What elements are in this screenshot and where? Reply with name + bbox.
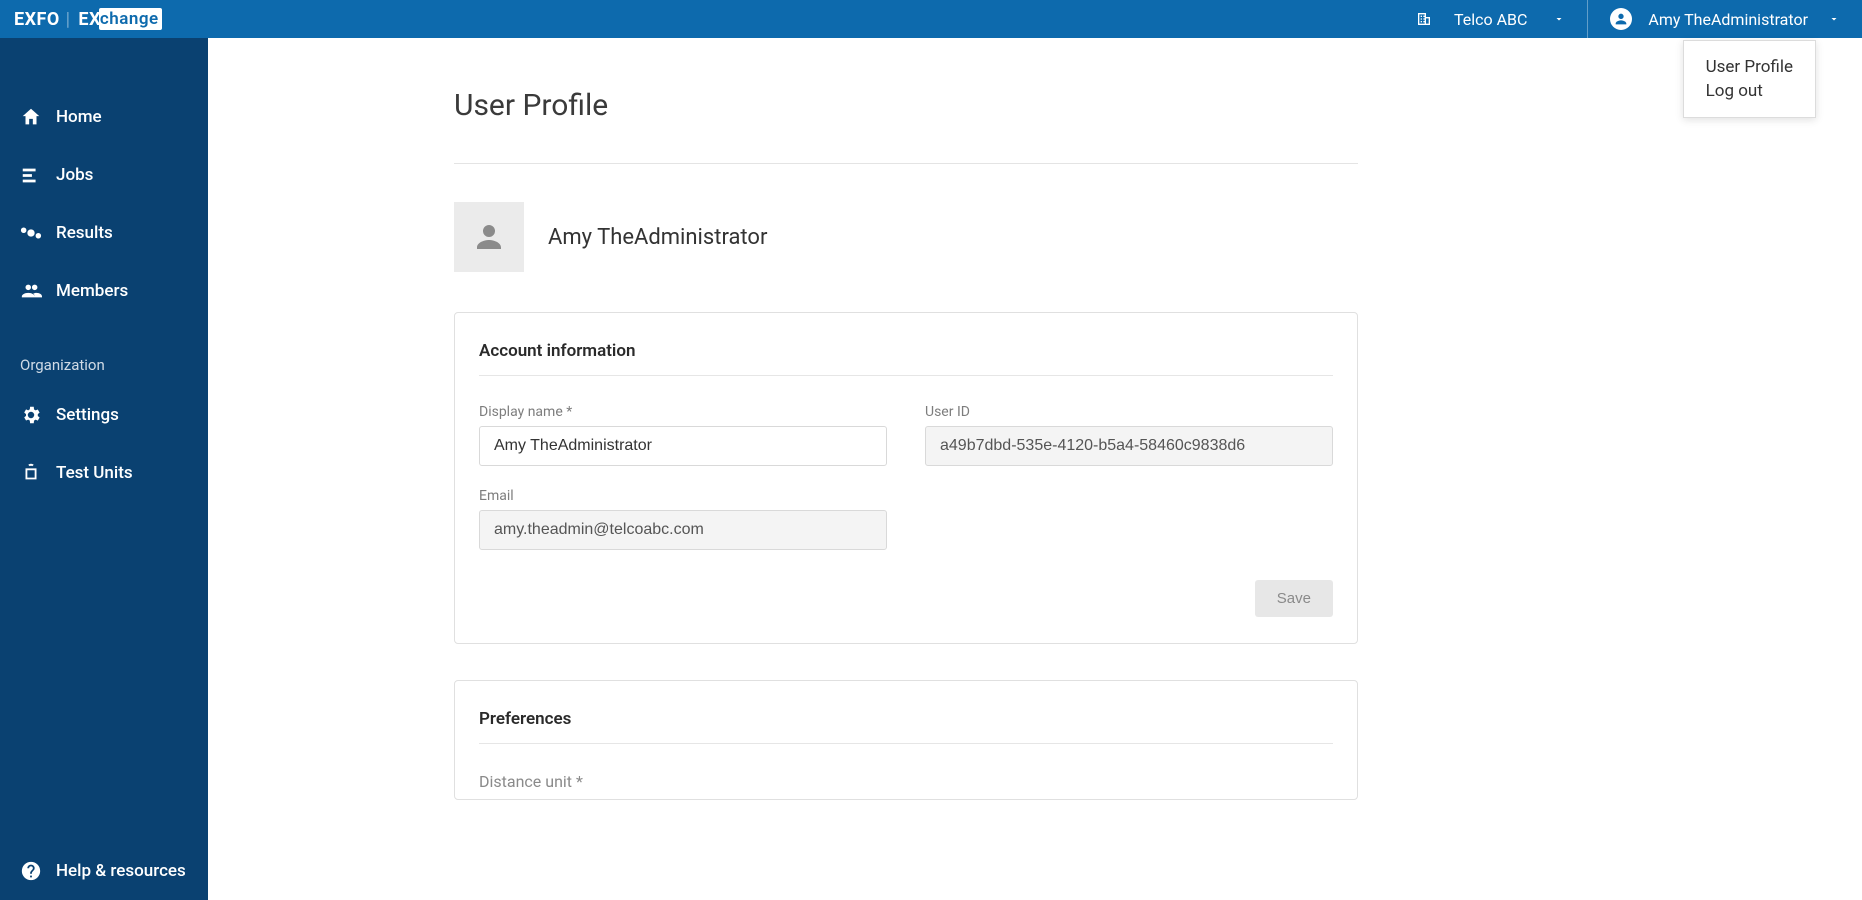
person-icon [471,219,507,255]
sidebar-section-organization: Organization [0,320,208,386]
results-icon [20,222,42,244]
sidebar-item-help[interactable]: Help & resources [0,842,208,900]
user-menu[interactable]: Amy TheAdministrator [1588,0,1848,38]
divider [479,375,1333,376]
sidebar-item-home[interactable]: Home [0,88,208,146]
sidebar-item-label: Settings [56,405,119,425]
save-button[interactable]: Save [1255,580,1333,617]
divider [454,163,1358,164]
sidebar-item-results[interactable]: Results [0,204,208,262]
jobs-icon [20,164,42,186]
profile-avatar [454,202,524,272]
distance-unit-label: Distance unit * [479,772,1333,791]
sidebar-item-label: Results [56,223,113,243]
sidebar: Home Jobs Results Members Organization S… [0,38,208,900]
logo-text-exfo: EXFO [14,9,60,30]
app-logo: EXFO | EX change [14,8,162,30]
sidebar-item-label: Test Units [56,463,133,483]
user-name: Amy TheAdministrator [1648,10,1808,29]
org-selector[interactable]: Telco ABC [1394,0,1588,38]
org-name: Telco ABC [1454,10,1527,29]
user-dropdown: User Profile Log out [1683,40,1816,118]
chevron-down-icon [1553,10,1565,29]
help-icon [20,860,42,882]
sidebar-item-label: Members [56,281,128,301]
test-units-icon [20,462,42,484]
members-icon [20,280,42,302]
sidebar-item-test-units[interactable]: Test Units [0,444,208,502]
logo-separator: | [66,9,70,30]
profile-display-name: Amy TheAdministrator [548,225,767,250]
main-content: User Profile Amy TheAdministrator Accoun… [208,38,1862,900]
email-input [479,510,887,550]
sidebar-item-members[interactable]: Members [0,262,208,320]
avatar-icon [1610,8,1632,30]
logo-text-ex: EX [78,9,101,30]
header-right: Telco ABC Amy TheAdministrator [1394,0,1848,38]
home-icon [20,106,42,128]
sidebar-item-label: Home [56,107,102,127]
card-title: Preferences [479,709,1333,729]
page-title: User Profile [454,88,1862,123]
user-id-input [925,426,1333,466]
gear-icon [20,404,42,426]
dropdown-log-out[interactable]: Log out [1706,79,1793,103]
sidebar-item-jobs[interactable]: Jobs [0,146,208,204]
divider [479,743,1333,744]
building-icon [1416,11,1432,27]
preferences-card: Preferences Distance unit * [454,680,1358,800]
dropdown-user-profile[interactable]: User Profile [1706,55,1793,79]
display-name-input[interactable] [479,426,887,466]
email-label: Email [479,488,887,504]
sidebar-item-settings[interactable]: Settings [0,386,208,444]
account-information-card: Account information Display name * User … [454,312,1358,644]
sidebar-item-label: Help & resources [56,861,186,881]
user-id-label: User ID [925,404,1333,420]
logo-badge: change [99,8,162,30]
app-header: EXFO | EX change Telco ABC Amy TheAdmini… [0,0,1862,38]
profile-header: Amy TheAdministrator [454,202,1862,272]
display-name-label: Display name * [479,404,887,420]
chevron-down-icon [1828,10,1840,29]
card-title: Account information [479,341,1333,361]
sidebar-item-label: Jobs [56,165,93,185]
